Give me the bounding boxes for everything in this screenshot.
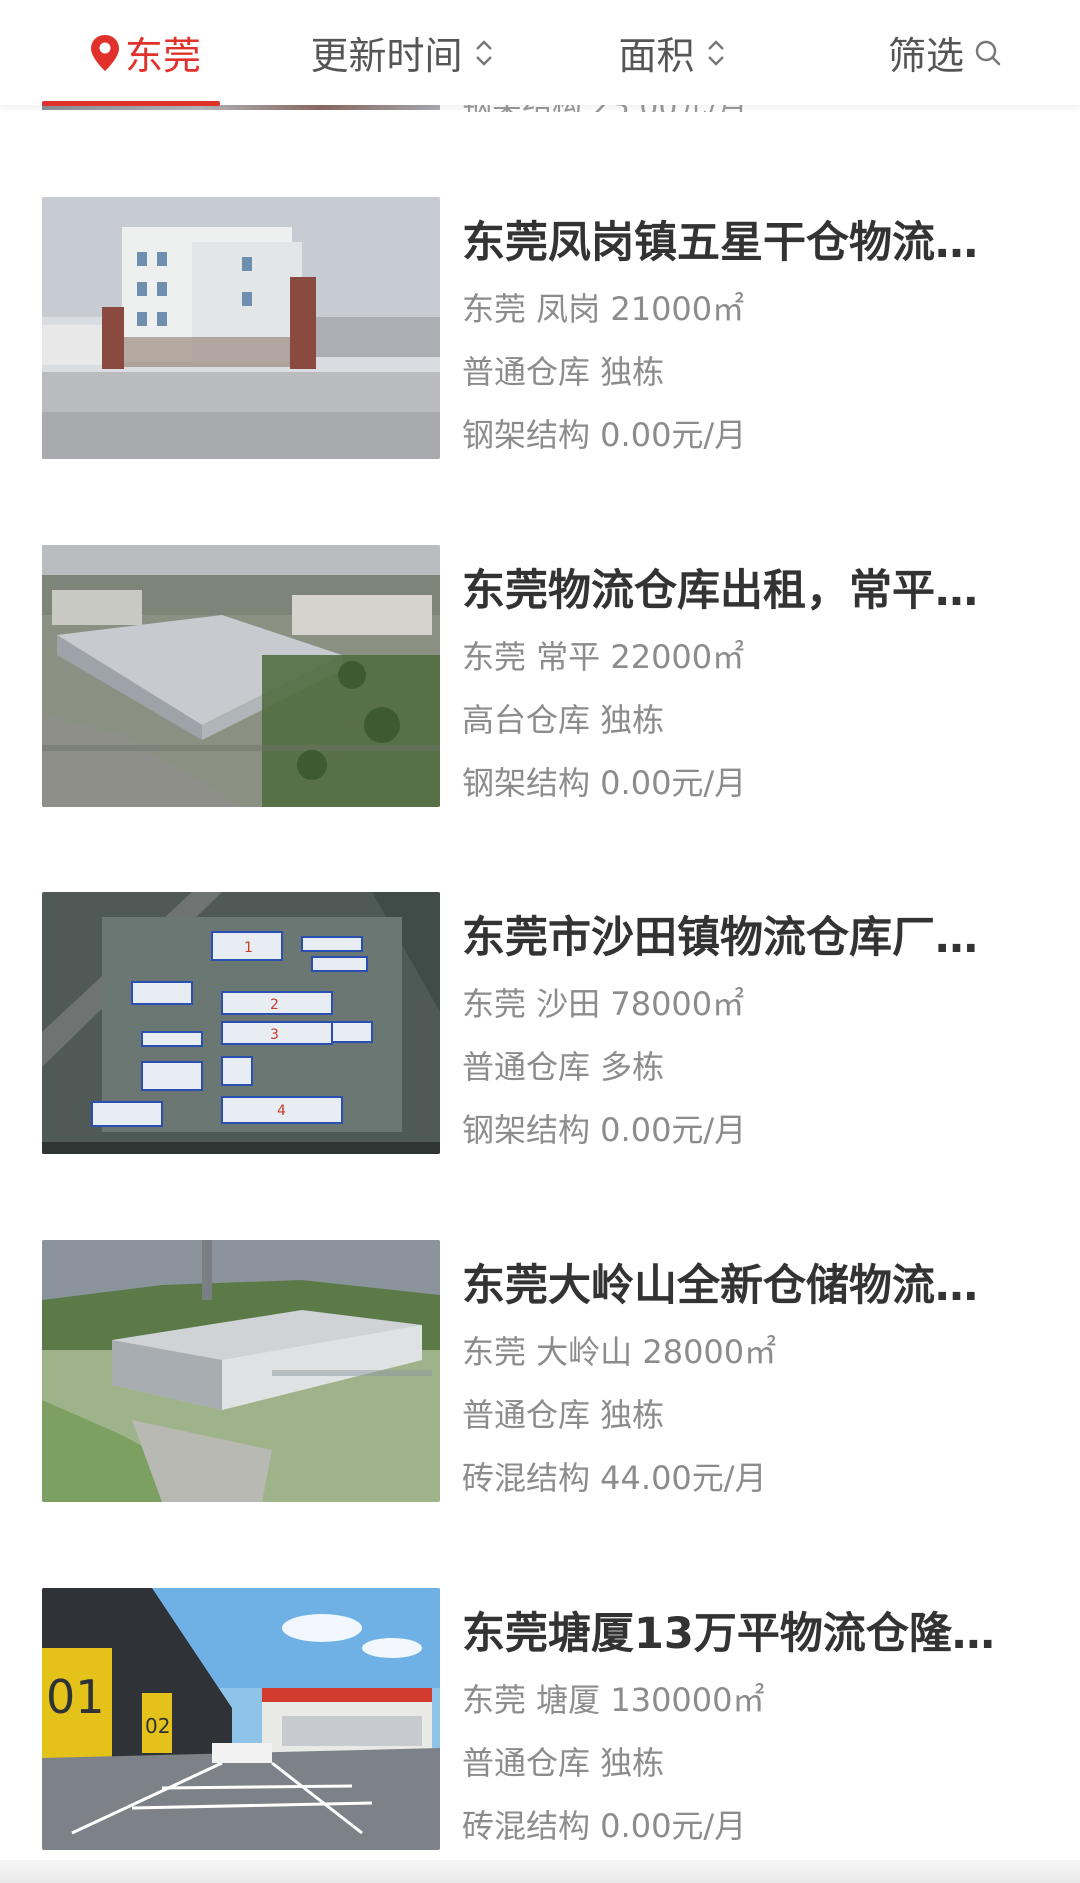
listing-title: 东莞大岭山全新仓储物流… xyxy=(462,1261,978,1311)
sort-by-area[interactable]: 面积 xyxy=(610,0,735,105)
listing-title: 东莞市沙田镇物流仓库厂… xyxy=(462,913,978,963)
svg-text:1: 1 xyxy=(244,940,253,956)
thumbnail-image xyxy=(42,197,440,459)
list-item[interactable]: 东莞大岭山全新仓储物流… 东莞 大岭山 28000㎡ 普通仓库 独栋 砖混结构 … xyxy=(0,1240,1080,1540)
thumbnail-image xyxy=(42,545,440,807)
area-label: 面积 xyxy=(618,34,695,78)
svg-text:02: 02 xyxy=(145,1714,170,1738)
listing-price: 钢架结构 0.00元/月 xyxy=(462,1111,747,1149)
listing-type: 普通仓库 多栋 xyxy=(462,1048,665,1086)
sort-updown-icon xyxy=(475,39,492,66)
listing-type: 高台仓库 独栋 xyxy=(462,701,665,739)
listing-type: 普通仓库 独栋 xyxy=(462,1396,665,1434)
sort-by-update-time[interactable]: 更新时间 xyxy=(295,0,510,105)
filter-bar: 东莞 更新时间 面积 筛选 xyxy=(0,0,1080,106)
warehouse-list: 钢架结构 23.00元/月 xyxy=(0,0,1080,1883)
listing-location: 东莞 沙田 78000㎡ xyxy=(462,985,745,1023)
listing-location: 东莞 塘厦 130000㎡ xyxy=(462,1681,765,1719)
list-item[interactable]: 东莞凤岗镇五星干仓物流… 东莞 凤岗 21000㎡ 普通仓库 独栋 钢架结构 0… xyxy=(0,197,1080,497)
bottom-edge xyxy=(0,1860,1080,1883)
listing-title: 东莞塘厦13万平物流仓隆… xyxy=(462,1609,995,1659)
listing-location: 东莞 大岭山 28000㎡ xyxy=(462,1333,777,1371)
city-label: 东莞 xyxy=(124,34,201,78)
listing-price: 钢架结构 0.00元/月 xyxy=(462,764,747,802)
app-screen: 钢架结构 23.00元/月 xyxy=(0,0,1080,1883)
listing-location: 东莞 凤岗 21000㎡ xyxy=(462,290,745,328)
listing-price: 砖混结构 0.00元/月 xyxy=(462,1807,747,1845)
list-item[interactable]: 东莞物流仓库出租，常平… 东莞 常平 22000㎡ 高台仓库 独栋 钢架结构 0… xyxy=(0,545,1080,845)
svg-text:2: 2 xyxy=(270,997,279,1013)
listing-location: 东莞 常平 22000㎡ xyxy=(462,638,745,676)
sort-updown-icon xyxy=(707,39,724,66)
listing-title: 东莞凤岗镇五星干仓物流… xyxy=(462,218,978,268)
svg-text:4: 4 xyxy=(277,1103,286,1119)
list-item[interactable]: 01 02 东莞塘厦13万平物流仓隆… 东莞 塘厦 130000㎡ 普通仓库 独… xyxy=(0,1588,1080,1883)
thumbnail-image xyxy=(42,1240,440,1502)
active-tab-indicator xyxy=(42,101,220,106)
city-selector[interactable]: 东莞 xyxy=(70,0,220,105)
update-time-label: 更新时间 xyxy=(310,34,463,78)
svg-text:01: 01 xyxy=(46,1670,105,1724)
listing-type: 普通仓库 独栋 xyxy=(462,1744,665,1782)
location-pin-icon xyxy=(90,34,119,71)
filter-button[interactable]: 筛选 xyxy=(880,0,1010,105)
filter-label: 筛选 xyxy=(887,34,964,78)
thumbnail-image: 1 2 3 4 xyxy=(42,892,440,1154)
search-icon xyxy=(975,40,1001,65)
svg-text:3: 3 xyxy=(270,1027,279,1043)
listing-price: 钢架结构 0.00元/月 xyxy=(462,416,747,454)
listing-title: 东莞物流仓库出租，常平… xyxy=(462,566,978,616)
list-item[interactable]: 1 2 3 4 东莞市沙田镇物流仓库厂… 东莞 沙田 78000㎡ 普通仓库 多… xyxy=(0,892,1080,1192)
listing-price: 砖混结构 44.00元/月 xyxy=(462,1459,767,1497)
thumbnail-image: 01 02 xyxy=(42,1588,440,1850)
listing-type: 普通仓库 独栋 xyxy=(462,353,665,391)
